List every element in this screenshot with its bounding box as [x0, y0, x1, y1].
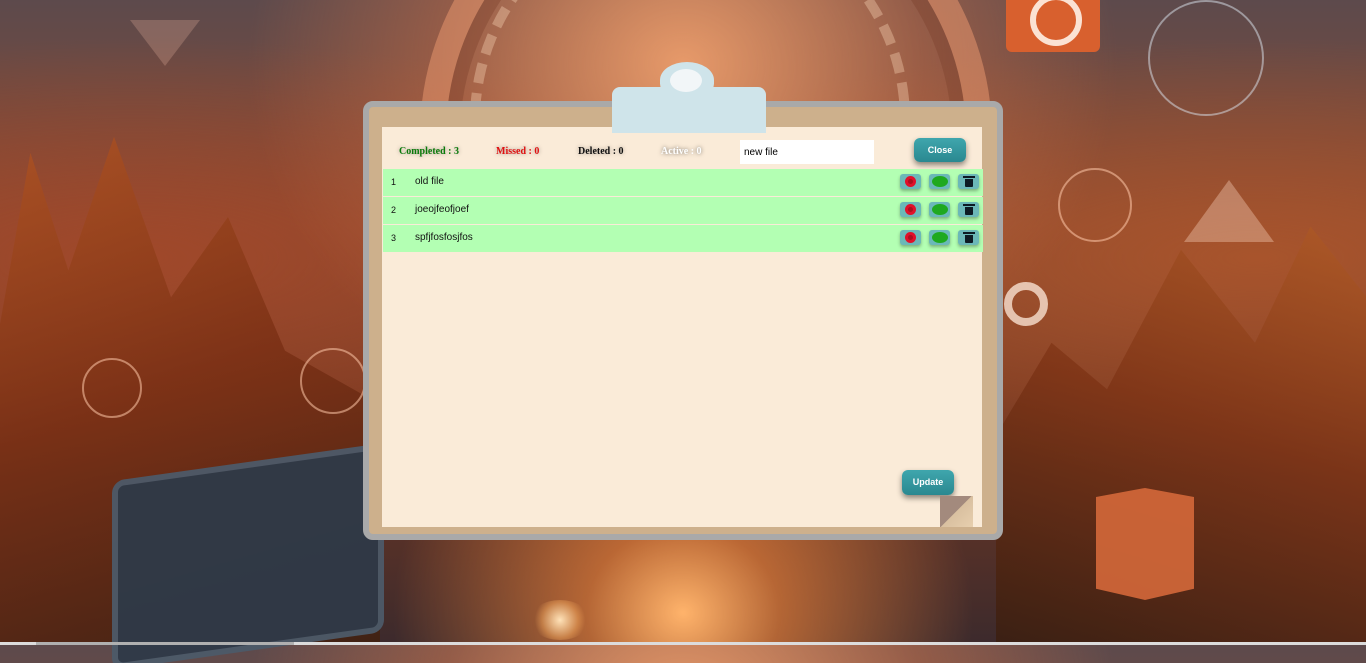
- task-row: 2 joeojfeofjoef: [383, 197, 983, 224]
- background-shield-icon: [1096, 488, 1194, 600]
- background-circle: [82, 358, 142, 418]
- task-actions: [900, 202, 979, 217]
- task-row: 3 spfjfosfosjfos: [383, 225, 983, 252]
- task-list: 1 old file 2 joeojfeofjoef 3 spfjfosfosj…: [383, 169, 983, 253]
- background-triangle: [130, 20, 200, 66]
- task-row: 1 old file: [383, 169, 983, 196]
- green-circle-icon: [931, 176, 948, 187]
- task-number: 3: [391, 233, 397, 243]
- background-laptop: [118, 449, 378, 663]
- delete-button[interactable]: [958, 202, 979, 217]
- task-text: joeojfeofjoef: [415, 204, 469, 215]
- x-circle-icon: [905, 232, 916, 243]
- mark-missed-button[interactable]: [900, 202, 921, 217]
- missed-count: Missed : 0: [496, 146, 540, 157]
- mark-complete-button[interactable]: [929, 202, 950, 217]
- delete-button[interactable]: [958, 174, 979, 189]
- mark-complete-button[interactable]: [929, 230, 950, 245]
- task-number: 2: [391, 205, 397, 215]
- mark-missed-button[interactable]: [900, 174, 921, 189]
- trash-icon: [962, 176, 975, 187]
- mark-missed-button[interactable]: [900, 230, 921, 245]
- task-text: spfjfosfosjfos: [415, 232, 473, 243]
- task-number: 1: [391, 177, 397, 187]
- task-actions: [900, 230, 979, 245]
- deleted-count: Deleted : 0: [578, 146, 624, 157]
- delete-button[interactable]: [958, 230, 979, 245]
- clipboard-clip-hole: [670, 69, 702, 92]
- green-circle-icon: [931, 204, 948, 215]
- task-actions: [900, 174, 979, 189]
- background-circle: [1058, 168, 1132, 242]
- completed-count: Completed : 3: [399, 146, 459, 157]
- background-globe-icon: [1148, 0, 1264, 116]
- background-circle: [300, 348, 366, 414]
- update-button[interactable]: Update: [902, 470, 954, 495]
- close-button[interactable]: Close: [914, 138, 966, 162]
- mark-complete-button[interactable]: [929, 174, 950, 189]
- background-gear-icon: [1004, 282, 1048, 326]
- background-glow: [530, 600, 590, 640]
- background-warning-icon: [1184, 180, 1274, 242]
- page-curl: [940, 496, 973, 527]
- new-task-input[interactable]: [740, 140, 874, 164]
- trash-icon: [962, 204, 975, 215]
- task-text: old file: [415, 176, 444, 187]
- x-circle-icon: [905, 176, 916, 187]
- active-count: Active : 0: [661, 146, 702, 157]
- trash-icon: [962, 232, 975, 243]
- green-circle-icon: [931, 232, 948, 243]
- x-circle-icon: [905, 204, 916, 215]
